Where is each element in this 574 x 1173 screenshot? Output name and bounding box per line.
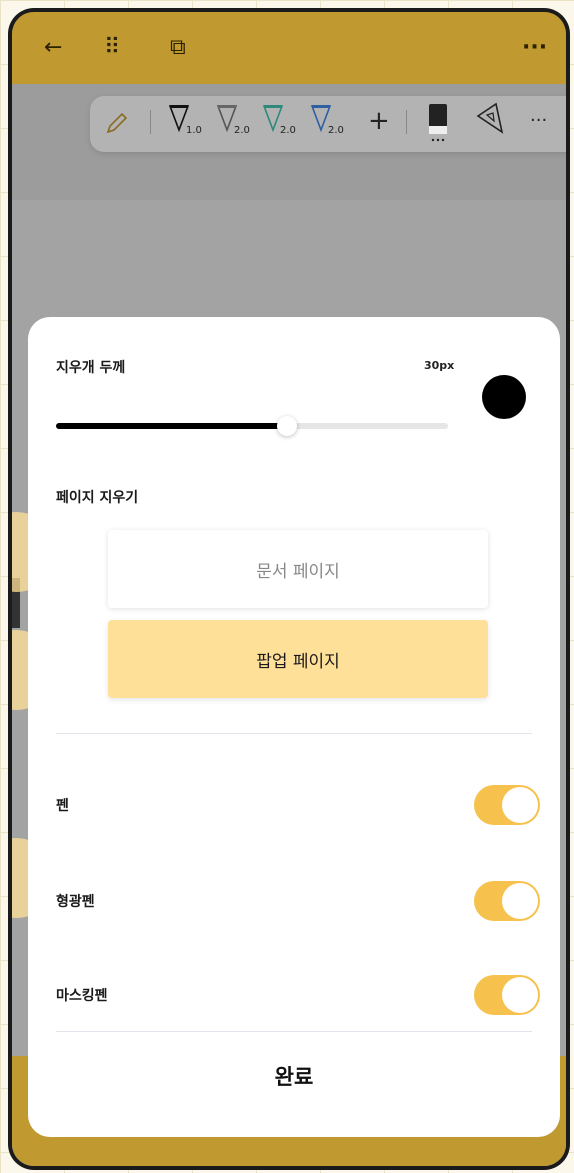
done-button[interactable]: 완료 bbox=[28, 1061, 560, 1091]
pen-slot-2[interactable]: 2.0 bbox=[216, 104, 250, 136]
slider-thumb[interactable] bbox=[277, 416, 298, 436]
highlighter-toggle[interactable] bbox=[474, 881, 540, 921]
pen-size-label-4: 2.0 bbox=[328, 125, 344, 136]
toggle-label-masking-pen: 마스킹펜 bbox=[56, 988, 108, 1004]
shape-edit-icon[interactable]: ⧉ bbox=[170, 36, 186, 60]
thickness-slider[interactable] bbox=[56, 416, 448, 436]
device-frame: ← ⠿ ⧉ ··· 1.0 2.0 2.0 2.0 + ··· 지우개 두께 3… bbox=[8, 8, 570, 1170]
pen-size-label-2: 2.0 bbox=[234, 125, 250, 136]
toolbar-divider bbox=[150, 110, 151, 134]
eraser-thickness-label: 지우개 두께 bbox=[56, 360, 126, 376]
toggle-label-pen: 펜 bbox=[56, 798, 69, 814]
toolbar-divider bbox=[406, 110, 407, 134]
more-menu-icon[interactable]: ··· bbox=[522, 36, 547, 60]
back-arrow-icon[interactable]: ← bbox=[44, 36, 62, 60]
toggle-knob bbox=[502, 787, 538, 823]
toggle-knob bbox=[502, 977, 538, 1013]
thickness-value: 30px bbox=[424, 359, 455, 372]
top-bar: ← ⠿ ⧉ ··· bbox=[12, 12, 566, 84]
pen-size-label-3: 2.0 bbox=[280, 125, 296, 136]
pen-size-label-1: 1.0 bbox=[186, 125, 202, 136]
document-page-button[interactable]: 문서 페이지 bbox=[108, 530, 488, 608]
pen-slot-4[interactable]: 2.0 bbox=[310, 104, 344, 136]
pen-slot-3[interactable]: 2.0 bbox=[262, 104, 296, 136]
masking-pen-toggle[interactable] bbox=[474, 975, 540, 1015]
toggle-label-highlighter: 형광펜 bbox=[56, 894, 95, 910]
clear-page-label: 페이지 지우기 bbox=[56, 490, 139, 506]
pen-slot-1[interactable]: 1.0 bbox=[168, 104, 202, 136]
popup-page-button[interactable]: 팝업 페이지 bbox=[108, 620, 488, 698]
ruler-icon[interactable] bbox=[474, 102, 508, 139]
grid-menu-icon[interactable]: ⠿ bbox=[104, 36, 120, 60]
thickness-preview-dot bbox=[482, 375, 526, 419]
app-screen: ← ⠿ ⧉ ··· 1.0 2.0 2.0 2.0 + ··· 지우개 두께 3… bbox=[12, 12, 566, 1166]
eraser-settings-sheet: 지우개 두께 30px 페이지 지우기 문서 페이지 팝업 페이지 펜 형광펜 … bbox=[28, 317, 560, 1137]
pen-toggle[interactable] bbox=[474, 785, 540, 825]
pen-toolbar: 1.0 2.0 2.0 2.0 + ··· bbox=[90, 96, 566, 152]
section-divider bbox=[56, 733, 532, 734]
pencil-icon[interactable] bbox=[104, 110, 130, 139]
toolbar-more-icon[interactable]: ··· bbox=[530, 110, 547, 131]
toggle-knob bbox=[502, 883, 538, 919]
add-pen-icon[interactable]: + bbox=[368, 106, 390, 136]
section-divider bbox=[56, 1031, 532, 1032]
slider-fill bbox=[56, 423, 288, 429]
eraser-icon[interactable] bbox=[426, 102, 450, 145]
